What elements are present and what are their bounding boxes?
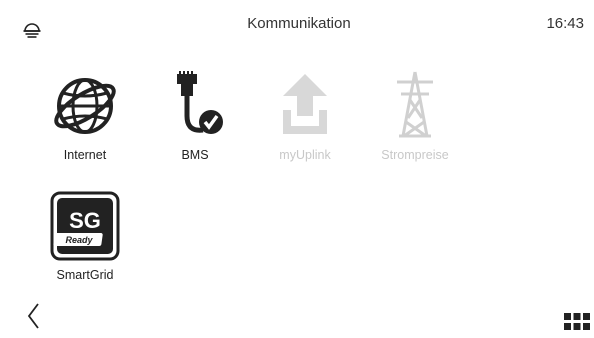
power-tower-icon (397, 71, 433, 138)
tile-smartgrid[interactable]: SG Ready SmartGrid (40, 190, 130, 282)
top-bar: Kommunikation 16:43 (8, 8, 590, 40)
sg-badge-top: SG (69, 208, 101, 233)
tile-bms-label: BMS (181, 148, 209, 162)
screen: Kommunikation 16:43 Internet BMS myUplin… (8, 8, 590, 336)
tile-smartgrid-label: SmartGrid (56, 268, 114, 282)
sg-ready-badge-icon: SG Ready (50, 191, 120, 261)
grid-menu-icon[interactable] (564, 313, 590, 331)
network-cable-check-icon (177, 71, 223, 134)
globe-icon (54, 78, 116, 134)
tile-internet-label: Internet (63, 148, 107, 162)
clock: 16:43 (546, 15, 584, 32)
tile-strompreise: Strompreise (370, 70, 460, 162)
sg-badge-bottom: Ready (65, 235, 93, 245)
tile-myuplink-label: myUplink (279, 148, 331, 162)
chevron-left-icon[interactable] (26, 302, 42, 330)
tile-myuplink: myUplink (260, 70, 350, 162)
tile-bms[interactable]: BMS (150, 70, 240, 162)
tile-internet[interactable]: Internet (40, 70, 130, 162)
page-title: Kommunikation (247, 15, 351, 32)
upload-arrow-icon (283, 74, 327, 134)
tile-strompreise-label: Strompreise (381, 148, 449, 162)
